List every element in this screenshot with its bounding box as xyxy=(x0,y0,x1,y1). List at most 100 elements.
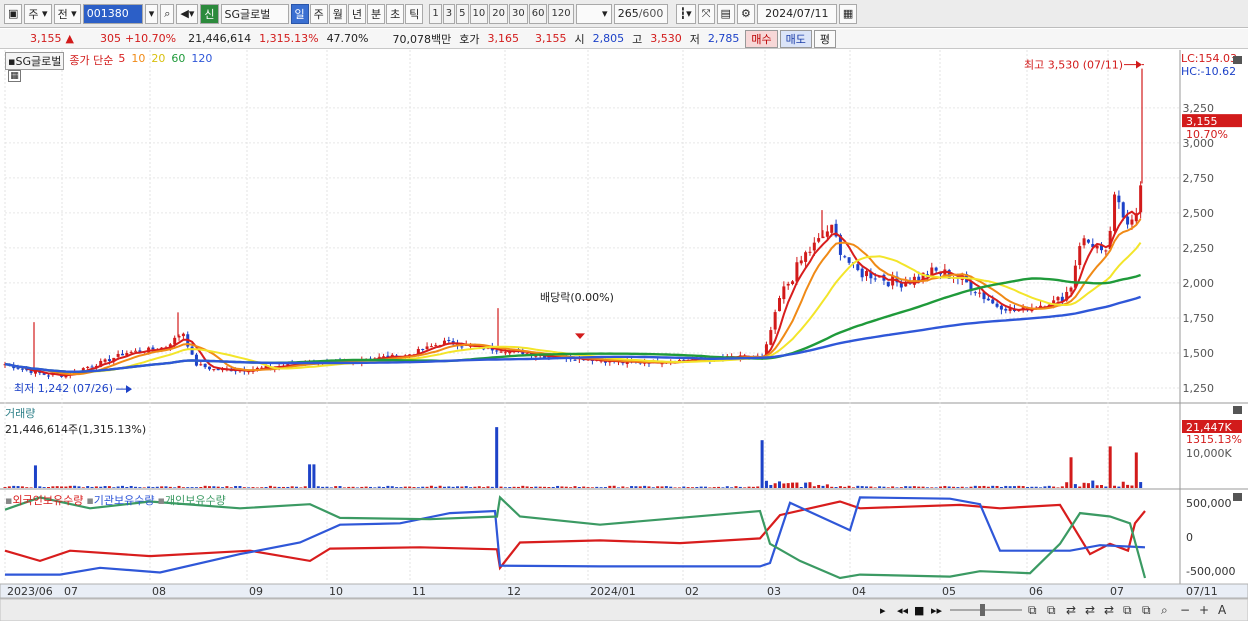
toolbar-icon-9[interactable]: + xyxy=(1199,603,1209,617)
grid-toggle-icon[interactable]: ▦ xyxy=(8,70,21,82)
volume-bar xyxy=(225,486,229,488)
candle-body xyxy=(799,260,803,264)
volume-bar xyxy=(1030,486,1034,488)
candle-body xyxy=(47,375,51,377)
volume-bar xyxy=(673,487,677,488)
volume-bar xyxy=(268,485,272,488)
candle-body xyxy=(817,238,821,242)
xaxis-label: 2023/06 xyxy=(7,585,53,598)
volume-bar xyxy=(495,427,499,488)
holding-legend-2[interactable]: ▪개인보유수량 xyxy=(158,492,226,508)
ma-period-120[interactable]: 120 xyxy=(191,52,212,70)
volume-bar xyxy=(804,482,808,488)
xaxis-label: 06 xyxy=(1029,585,1043,598)
volume-bar xyxy=(142,487,146,488)
volume-bar xyxy=(273,486,277,488)
volume-bar xyxy=(412,487,416,488)
volume-bar xyxy=(264,487,268,488)
holding-legend-0[interactable]: ▪외국인보유수량 xyxy=(5,492,83,508)
volume-tick: 10,000K xyxy=(1186,447,1232,460)
volume-bar xyxy=(630,486,634,488)
volume-bar xyxy=(1095,485,1099,488)
volume-bar xyxy=(904,486,908,488)
volume-bar xyxy=(16,486,20,488)
dividend-annotation: 배당락(0.00%) xyxy=(540,291,614,304)
volume-bar xyxy=(73,485,77,488)
toolbar-icon-4[interactable]: ⇄ xyxy=(1104,603,1114,617)
toolbar-icon-5[interactable]: ⧉ xyxy=(1123,603,1132,617)
volume-bar xyxy=(873,487,877,488)
volume-bar xyxy=(242,487,246,488)
toolbar-icon-6[interactable]: ⧉ xyxy=(1142,603,1151,617)
volume-bar xyxy=(577,487,581,488)
panel-close-icon[interactable] xyxy=(1233,56,1242,64)
chart-canvas[interactable]: 3,2503,0002,7502,5002,2502,0001,7501,500… xyxy=(0,0,1248,621)
playback-control-icon: ◂◂ xyxy=(897,604,909,617)
candle-body xyxy=(116,353,120,357)
toolbar-icon-3[interactable]: ⇄ xyxy=(1085,603,1095,617)
volume-bar xyxy=(329,487,333,488)
price-tick: 2,250 xyxy=(1183,242,1215,255)
volume-bar xyxy=(925,487,929,488)
candle-body xyxy=(1078,246,1082,266)
volume-bar xyxy=(704,486,708,488)
candle-body xyxy=(1104,250,1108,252)
volume-bar xyxy=(943,485,947,488)
scroll-thumb[interactable] xyxy=(980,604,985,616)
candle-body xyxy=(434,345,438,347)
volume-bar xyxy=(186,487,190,488)
volume-bar xyxy=(181,487,185,488)
high-annotation: 최고 3,530 (07/11) xyxy=(1024,59,1123,72)
candle-body xyxy=(1082,238,1086,246)
candle-body xyxy=(107,359,111,362)
volume-bar xyxy=(464,486,468,488)
holdings-legend: ▪외국인보유수량 ▪기관보유수량 ▪개인보유수량 xyxy=(5,492,226,508)
volume-bar xyxy=(77,486,81,488)
candle-body xyxy=(495,350,499,352)
current-price-tag-text: 3,155 xyxy=(1186,115,1218,128)
volume-bar xyxy=(699,486,703,488)
volume-bar xyxy=(778,481,782,488)
candle-body xyxy=(212,369,216,371)
volume-bar xyxy=(934,487,938,488)
volume-bar xyxy=(421,486,425,488)
panel-close-icon[interactable] xyxy=(1233,406,1242,414)
volume-bar xyxy=(486,486,490,488)
volume-bar xyxy=(47,487,51,488)
volume-bar xyxy=(1069,457,1073,488)
candle-body xyxy=(999,305,1003,310)
volume-bar xyxy=(438,485,442,488)
toolbar-icon-8[interactable]: − xyxy=(1180,603,1190,617)
volume-bar xyxy=(860,486,864,488)
ma-period-60[interactable]: 60 xyxy=(171,52,185,70)
volume-bar xyxy=(473,486,477,488)
ma-period-5[interactable]: 5 xyxy=(118,52,125,70)
volume-bar xyxy=(521,485,525,488)
holding-legend-1[interactable]: ▪기관보유수량 xyxy=(86,492,154,508)
volume-bar xyxy=(1052,486,1056,488)
volume-bar xyxy=(33,465,37,488)
toolbar-icon-0[interactable]: ⧉ xyxy=(1028,603,1037,617)
candle-body xyxy=(1056,297,1060,301)
panel-close-icon[interactable] xyxy=(1233,493,1242,501)
volume-bar xyxy=(869,486,873,488)
toolbar-icon-2[interactable]: ⇄ xyxy=(1066,603,1076,617)
stock-tag[interactable]: ▪SG글로벌 xyxy=(5,52,65,70)
volume-bar xyxy=(1021,486,1025,488)
volume-bar xyxy=(316,486,320,488)
toolbar-icon-10[interactable]: A xyxy=(1218,603,1227,617)
volume-bar xyxy=(303,486,307,488)
price-tick: 1,250 xyxy=(1183,382,1215,395)
volume-bar xyxy=(321,486,325,488)
ma-label[interactable]: 종가 단순 xyxy=(69,52,113,70)
volume-bar xyxy=(429,485,433,488)
volume-bar xyxy=(995,485,999,488)
volume-bar xyxy=(1017,485,1021,488)
ma-period-20[interactable]: 20 xyxy=(151,52,165,70)
toolbar-icon-7[interactable]: ⌕ xyxy=(1161,603,1168,617)
volume-info: 21,446,614주(1,315.13%) xyxy=(5,423,147,436)
volume-bar xyxy=(917,486,921,488)
volume-bar xyxy=(612,485,616,488)
toolbar-icon-1[interactable]: ⧉ xyxy=(1047,603,1056,617)
ma-period-10[interactable]: 10 xyxy=(131,52,145,70)
